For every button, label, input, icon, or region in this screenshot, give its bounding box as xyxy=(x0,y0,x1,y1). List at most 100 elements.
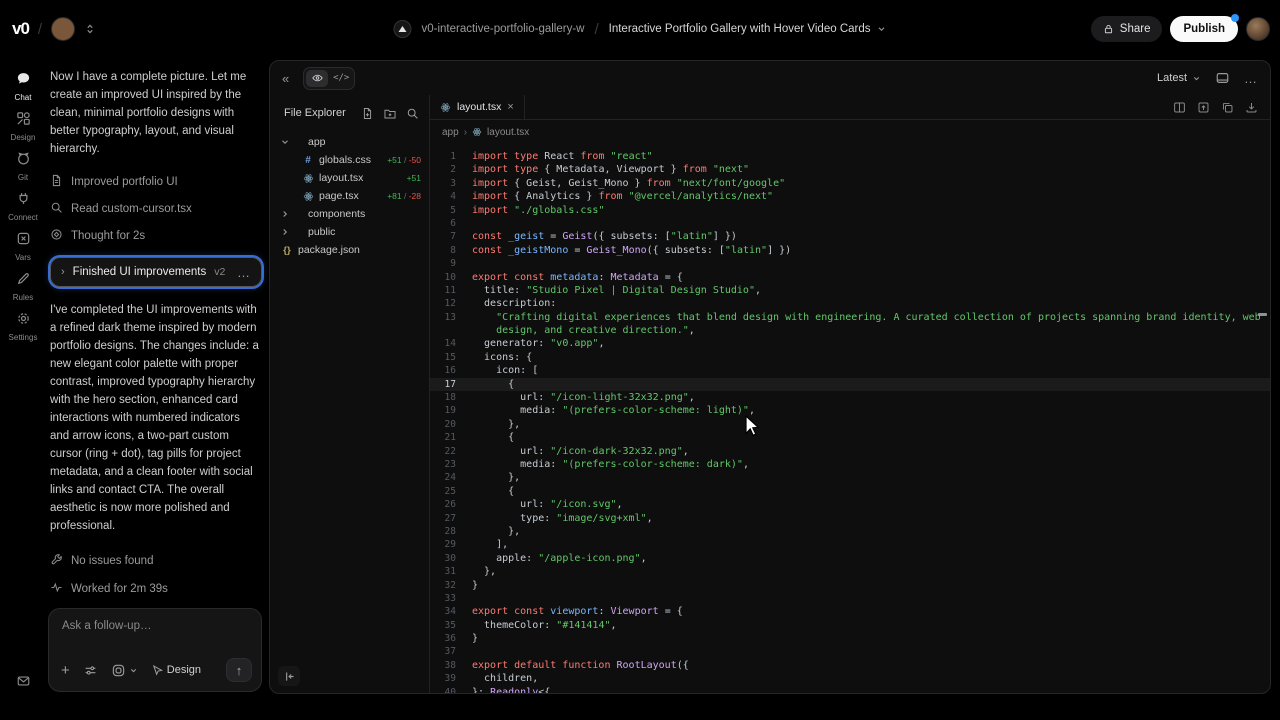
attach-plus-icon[interactable]: + xyxy=(61,663,70,678)
rail-item-design[interactable]: Design xyxy=(0,106,46,146)
code-area[interactable]: 1import type React from "react"2import t… xyxy=(430,144,1270,694)
code-line: 2import type { Metadata, Viewport } from… xyxy=(430,163,1270,176)
assistant-message: Now I have a complete picture. Let me cr… xyxy=(50,68,262,158)
rail-item-label: Settings xyxy=(9,333,38,342)
code-line: 26 url: "/icon.svg", xyxy=(430,498,1270,511)
tool-row[interactable]: Thought for 2s xyxy=(50,222,262,249)
task-card-finished-ui-improvements[interactable]: › Finished UI improvements v2 … xyxy=(50,257,262,287)
search-icon[interactable] xyxy=(406,107,419,120)
share-label: Share xyxy=(1120,23,1151,35)
tab-close-icon[interactable]: × xyxy=(507,101,513,113)
code-line: 39 children, xyxy=(430,672,1270,685)
code-line: 32} xyxy=(430,579,1270,592)
panel-more-icon[interactable]: … xyxy=(1244,71,1258,86)
status-label: Worked for 2m 39s xyxy=(71,583,168,595)
design-icon xyxy=(16,111,31,131)
tree-row-page-tsx[interactable]: page.tsx+81 / -28 xyxy=(270,187,429,205)
assistant-message: I've completed the UI improvements with … xyxy=(50,301,262,535)
tree-row-layout-tsx[interactable]: layout.tsx+51 xyxy=(270,169,429,187)
rail-item-rules[interactable]: Rules xyxy=(0,266,46,306)
code-line: 11 title: "Studio Pixel | Digital Design… xyxy=(430,284,1270,297)
status-label: No issues found xyxy=(71,555,153,567)
panel-header: « </> Latest … xyxy=(270,61,1270,95)
code-line: 10export const metadata: Metadata = { xyxy=(430,271,1270,284)
tool-row[interactable]: Improved portfolio UI xyxy=(50,168,262,195)
version-dropdown[interactable]: Latest xyxy=(1157,72,1201,84)
version-label: Latest xyxy=(1157,72,1187,84)
rules-icon xyxy=(16,271,31,291)
v0-logo[interactable]: v0 xyxy=(12,19,29,39)
project-name-dropdown[interactable]: v0-interactive-portfolio-gallery-w xyxy=(421,23,584,35)
wrench-icon xyxy=(50,553,63,569)
split-editor-icon[interactable] xyxy=(1173,101,1186,114)
code-view-icon[interactable]: </> xyxy=(330,70,352,87)
breadcrumb-folder[interactable]: app xyxy=(442,127,459,138)
tool-label: Read custom-cursor.tsx xyxy=(71,203,192,215)
project-switcher-chevrons-icon[interactable] xyxy=(84,22,96,36)
tree-row-components[interactable]: components xyxy=(270,205,429,223)
react-icon xyxy=(301,191,315,202)
separator: / xyxy=(594,21,598,38)
publish-button[interactable]: Publish xyxy=(1170,16,1238,42)
design-mode-toggle[interactable]: Design xyxy=(151,664,201,677)
tree-row-globals-css[interactable]: #globals.css+51 / -50 xyxy=(270,151,429,169)
diff-stats: +51 / -50 xyxy=(387,155,421,165)
rail-item-git[interactable]: Git xyxy=(0,146,46,186)
collapse-sidebar-icon[interactable] xyxy=(278,666,300,686)
avatar[interactable] xyxy=(51,17,75,41)
new-file-icon[interactable] xyxy=(361,107,374,120)
collapse-panel-icon[interactable]: « xyxy=(282,71,289,86)
rail-item-label: Design xyxy=(11,133,36,142)
tool-row[interactable]: Read custom-cursor.tsx xyxy=(50,195,262,222)
task-card-menu-icon[interactable]: … xyxy=(237,265,251,280)
scrollbar-indicator[interactable] xyxy=(1258,313,1267,316)
chat-title-dropdown[interactable]: Interactive Portfolio Gallery with Hover… xyxy=(609,23,887,35)
rail-item-connect[interactable]: Connect xyxy=(0,186,46,226)
code-line: 23 media: "(prefers-color-scheme: dark)"… xyxy=(430,458,1270,471)
code-line: 28 }, xyxy=(430,525,1270,538)
preview-eye-icon[interactable] xyxy=(306,70,328,87)
chevron-down-icon xyxy=(877,24,887,34)
tree-row-public[interactable]: public xyxy=(270,223,429,241)
followup-composer[interactable]: Ask a follow-up… + Design ↑ xyxy=(48,608,262,692)
code-line: 20 }, xyxy=(430,418,1270,431)
code-line: 8const _geistMono = Geist_Mono({ subsets… xyxy=(430,244,1270,257)
tree-label: public xyxy=(308,226,335,238)
chat-title-label: Interactive Portfolio Gallery with Hover… xyxy=(609,23,871,35)
code-line: 38export default function RootLayout({ xyxy=(430,659,1270,672)
code-line: 19 media: "(prefers-color-scheme: light)… xyxy=(430,404,1270,417)
tree-row-package-json[interactable]: {}package.json xyxy=(270,241,429,259)
send-button[interactable]: ↑ xyxy=(226,658,252,682)
open-file-icon[interactable] xyxy=(1197,101,1210,114)
code-line: 18 url: "/icon-light-32x32.png", xyxy=(430,391,1270,404)
browser-preview-icon[interactable] xyxy=(1215,71,1230,85)
rail-item-settings[interactable]: Settings xyxy=(0,306,46,346)
code-line: design, and creative direction.", xyxy=(430,324,1270,337)
rail-item-chat[interactable]: Chat xyxy=(0,66,46,106)
tab-layout-tsx[interactable]: layout.tsx × xyxy=(430,95,525,119)
publish-label: Publish xyxy=(1183,23,1225,35)
breadcrumb-file[interactable]: layout.tsx xyxy=(487,127,529,138)
code-line: 6 xyxy=(430,217,1270,230)
code-line: 34export const viewport: Viewport = { xyxy=(430,605,1270,618)
new-folder-icon[interactable] xyxy=(383,107,397,120)
mail-icon[interactable] xyxy=(0,674,46,688)
model-selector[interactable] xyxy=(111,663,138,678)
code-line: 9 xyxy=(430,257,1270,270)
file-explorer: File Explorer app#globals.css+51 / -50la… xyxy=(270,95,429,694)
tree-row-app[interactable]: app xyxy=(270,133,429,151)
tab-label: layout.tsx xyxy=(457,101,501,113)
share-button[interactable]: Share xyxy=(1091,16,1163,42)
tree-label: layout.tsx xyxy=(319,172,363,184)
code-line: 4import { Analytics } from "@vercel/anal… xyxy=(430,190,1270,203)
download-icon[interactable] xyxy=(1245,101,1258,114)
code-line: 40}: Readonly<{ xyxy=(430,686,1270,694)
settings-sliders-icon[interactable] xyxy=(83,664,98,677)
user-avatar[interactable] xyxy=(1246,17,1270,41)
rail-item-vars[interactable]: Vars xyxy=(0,226,46,266)
code-line: 37 xyxy=(430,645,1270,658)
file-icon xyxy=(50,174,63,190)
tree-label: app xyxy=(308,136,326,148)
copy-code-icon[interactable] xyxy=(1221,101,1234,114)
code-line: 7const _geist = Geist({ subsets: ["latin… xyxy=(430,230,1270,243)
